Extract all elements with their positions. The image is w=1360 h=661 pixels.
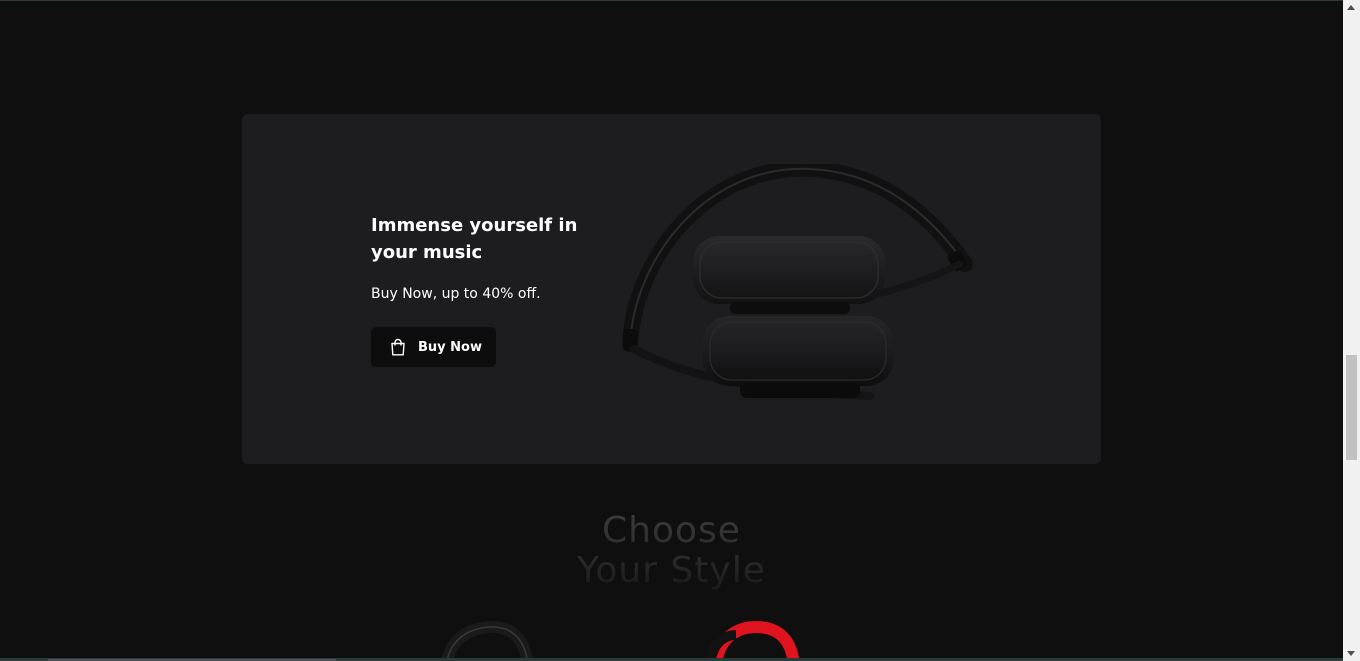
buy-now-button[interactable]: Buy Now [371,327,496,367]
shopping-bag-icon [391,338,405,356]
buy-now-label: Buy Now [418,339,482,355]
promo-title: Immense yourself in your music [371,215,578,263]
black-headphones-thumbnail[interactable] [438,621,533,661]
heading-line-1: Choose [602,510,741,551]
scroll-thumb[interactable] [1346,355,1357,460]
choose-your-style-heading: Choose Your Style [0,511,1343,591]
promo-subtitle: Buy Now, up to 40% off. [371,286,541,302]
heading-line-2: Your Style [577,550,766,591]
vertical-scrollbar[interactable] [1343,0,1360,661]
red-headphones-thumbnail[interactable] [706,621,801,661]
scroll-down-icon[interactable] [1347,651,1355,656]
headphones-image [622,164,973,400]
scroll-up-icon[interactable] [1347,5,1355,10]
promo-card: Immense yourself in your music Buy Now, … [242,114,1101,464]
page-viewport: Immense yourself in your music Buy Now, … [0,0,1343,661]
